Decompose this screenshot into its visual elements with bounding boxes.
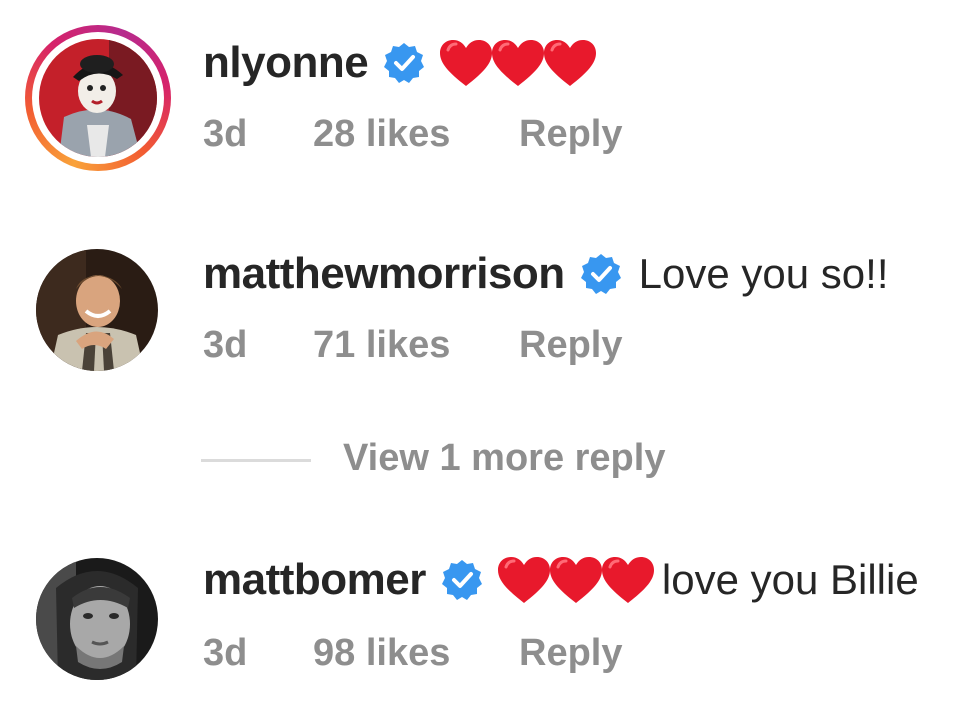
red-heart-emoji-icon [600,555,656,605]
avatar-image [39,39,157,157]
comment-matthewmorrison: matthewmorrison Love you so!! 3d 71 like… [0,242,980,392]
verified-badge-icon [579,252,623,296]
view-more-replies-label[interactable]: View 1 more reply [343,437,665,480]
comment-text: love you Billie [661,556,919,603]
likes-count[interactable]: 28 likes [313,113,450,156]
hearts-emoji [496,555,654,605]
red-heart-emoji-icon [438,38,494,88]
reply-button[interactable]: Reply [519,632,622,675]
username[interactable]: mattbomer [203,555,426,605]
red-heart-emoji-icon [490,38,546,88]
hearts-emoji [438,38,597,88]
username[interactable]: nlyonne [203,38,369,88]
likes-count[interactable]: 71 likes [313,324,450,367]
red-heart-emoji-icon [542,38,598,88]
divider-line [201,459,311,462]
red-heart-emoji-icon [548,555,604,605]
likes-count[interactable]: 98 likes [313,632,450,675]
reply-button[interactable]: Reply [519,113,622,156]
red-heart-emoji-icon [496,555,552,605]
comment-age: 3d [203,113,248,155]
avatar-matthewmorrison[interactable] [36,249,158,371]
comment-mattbomer: mattbomer love you Billie 3d 98 likes Re… [0,550,980,700]
reply-button[interactable]: Reply [519,324,622,367]
avatar-mattbomer[interactable] [36,558,158,680]
view-more-replies[interactable]: View 1 more reply [201,435,761,487]
comment-age: 3d [203,324,248,366]
comment-nlyonne: nlyonne 3d 28 likes Reply [0,25,980,175]
username[interactable]: matthewmorrison [203,249,565,299]
verified-badge-icon [440,558,484,602]
comment-text: Love you so!! [638,250,889,297]
avatar-nlyonne[interactable] [25,25,171,171]
verified-badge-icon [382,41,426,85]
comment-age: 3d [203,632,248,674]
